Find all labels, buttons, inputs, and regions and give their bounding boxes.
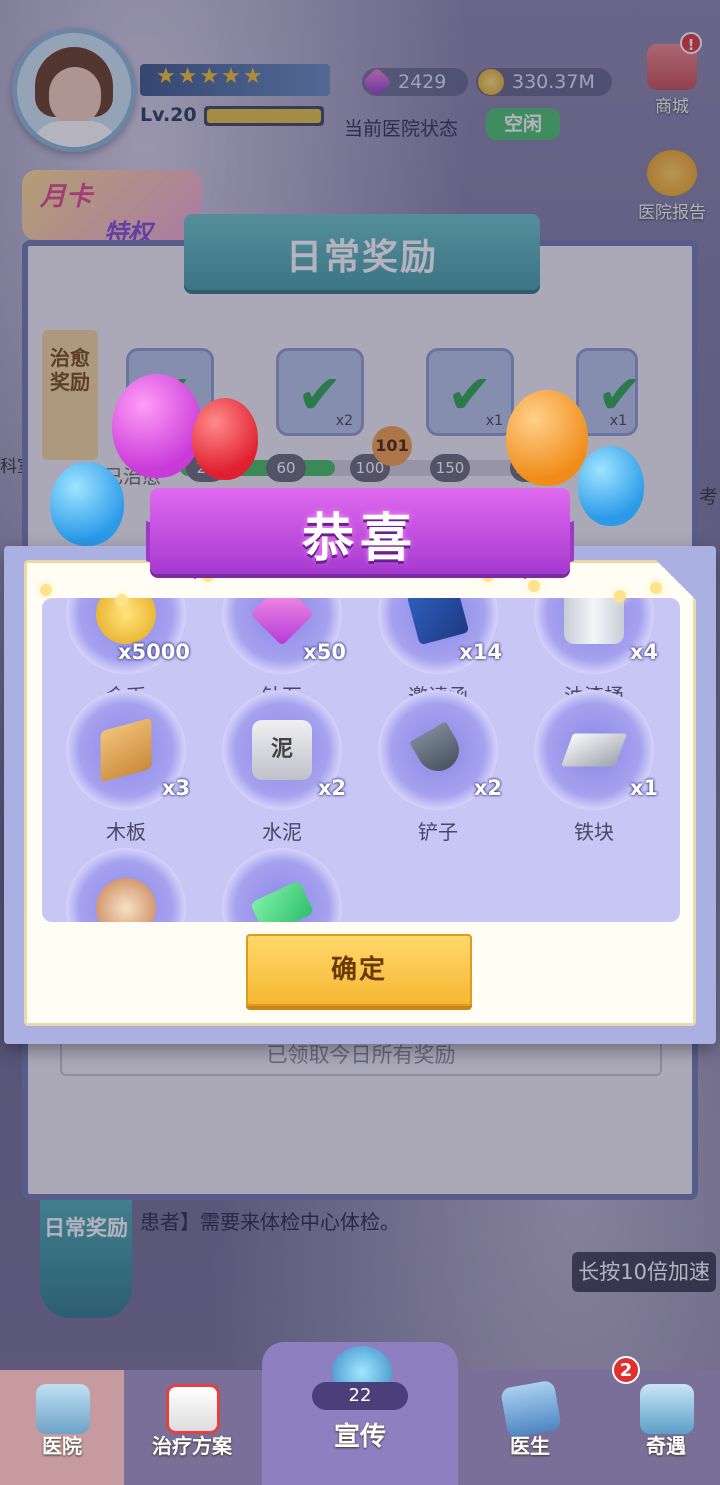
- reward-item-coin: x5000 金币: [56, 598, 196, 708]
- nav-treatment-label: 治疗方案: [152, 1434, 232, 1458]
- item-quantity: x2: [473, 776, 502, 800]
- reward-item-paint-bucket: x4 油漆桶: [524, 598, 664, 708]
- item-quantity: x4: [629, 640, 658, 664]
- nav-doctor[interactable]: 医生: [468, 1370, 592, 1485]
- cement-icon: 泥: [252, 720, 312, 780]
- item-name: 铁块: [574, 820, 614, 844]
- item-name: 铲子: [418, 820, 458, 844]
- nav-doctor-label: 医生: [510, 1434, 550, 1458]
- item-quantity: x1: [629, 776, 658, 800]
- reward-item-ticket: [212, 848, 352, 922]
- nav-treatment-plan[interactable]: 治疗方案: [130, 1370, 254, 1485]
- reward-item-cement: 泥 x2 水泥: [212, 690, 352, 844]
- nav-adventure-label: 奇遇: [646, 1434, 686, 1458]
- item-quantity: x5000: [118, 640, 190, 664]
- item-quantity: x14: [459, 640, 502, 664]
- pink-balloon-icon: [112, 374, 202, 478]
- reward-item-wood-plank: x3 木板: [56, 690, 196, 844]
- nav-promotion[interactable]: 22 宣传: [262, 1342, 458, 1485]
- light-bulb-icon: [614, 590, 626, 602]
- nav-promotion-label: 宣传: [333, 1422, 386, 1452]
- light-bulb-icon: [650, 582, 662, 594]
- reward-item-gem: x50 钻石: [212, 598, 352, 708]
- item-name: 水泥: [262, 820, 302, 844]
- orange-balloon-icon: [506, 390, 588, 486]
- reward-item-iron-block: x1 铁块: [524, 690, 664, 844]
- first-aid-kit-icon: [166, 1384, 220, 1434]
- light-bulb-icon: [528, 580, 540, 592]
- light-bulb-icon: [40, 584, 52, 596]
- red-balloon-icon: [192, 398, 258, 480]
- item-quantity: x50: [303, 640, 346, 664]
- reward-item-cake: [56, 848, 196, 922]
- hospital-icon: [36, 1384, 90, 1434]
- item-quantity: x3: [161, 776, 190, 800]
- confirm-button[interactable]: 确定: [246, 934, 472, 1006]
- nav-hospital[interactable]: 医院: [0, 1370, 124, 1485]
- congrats-title: 恭喜: [301, 509, 418, 569]
- blue-balloon-icon: [50, 462, 124, 546]
- nav-adventure[interactable]: 奇遇: [604, 1370, 720, 1485]
- item-name: 木板: [106, 820, 146, 844]
- reward-item-shovel: x2 铲子: [368, 690, 508, 844]
- light-bulb-icon: [116, 594, 128, 606]
- blue-balloon-icon: [578, 446, 644, 526]
- string-lights-decoration: [30, 570, 670, 606]
- item-quantity: x2: [317, 776, 346, 800]
- congrats-banner: 恭喜: [150, 488, 570, 574]
- building-icon: [640, 1384, 694, 1434]
- adventure-notification-badge: 2: [612, 1356, 640, 1384]
- reward-item-grid: x5000 金币 x50 钻石 x14 邀请函 x4 油漆桶 x3 木板 泥 x…: [42, 598, 680, 922]
- nav-hospital-label: 医院: [42, 1434, 82, 1458]
- promotion-count: 22: [312, 1382, 408, 1410]
- reward-item-invitation: x14 邀请函: [368, 598, 508, 708]
